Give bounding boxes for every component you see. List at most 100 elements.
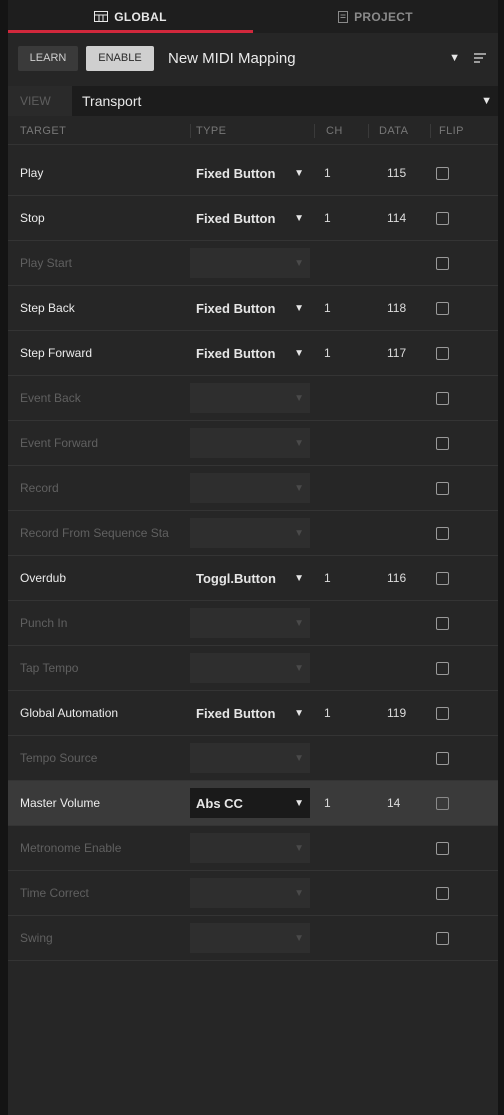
type-select[interactable]: Fixed Button ▼ bbox=[190, 203, 310, 233]
table-row[interactable]: Record From Sequence Sta ▼ bbox=[8, 511, 498, 556]
table-row[interactable]: Punch In ▼ bbox=[8, 601, 498, 646]
enable-button[interactable]: ENABLE bbox=[86, 45, 154, 71]
flip-checkbox[interactable] bbox=[436, 346, 449, 360]
flip-checkbox[interactable] bbox=[436, 166, 449, 180]
table-row[interactable]: Tempo Source ▼ bbox=[8, 736, 498, 781]
flip-checkbox-cell bbox=[436, 781, 456, 825]
chevron-down-icon: ▼ bbox=[294, 392, 304, 404]
target-label: Time Correct bbox=[20, 886, 89, 900]
type-select[interactable]: Abs CC ▼ bbox=[190, 788, 310, 818]
table-row[interactable]: Metronome Enable ▼ bbox=[8, 826, 498, 871]
left-edge bbox=[0, 0, 8, 1115]
data-value bbox=[387, 421, 437, 465]
channel-value: 1 bbox=[324, 346, 331, 360]
type-select[interactable]: ▼ bbox=[190, 653, 310, 683]
flip-checkbox[interactable] bbox=[436, 796, 449, 810]
table-row[interactable]: Overdub Toggl.Button ▼ 1 116 bbox=[8, 556, 498, 601]
type-select[interactable]: ▼ bbox=[190, 383, 310, 413]
table-row[interactable]: Event Back ▼ bbox=[8, 376, 498, 421]
type-select[interactable]: ▼ bbox=[190, 743, 310, 773]
flip-checkbox-cell bbox=[436, 691, 456, 735]
view-select[interactable]: Transport ▼ bbox=[72, 86, 498, 116]
type-select[interactable]: ▼ bbox=[190, 833, 310, 863]
learn-button[interactable]: LEARN bbox=[18, 45, 78, 71]
channel-value: 1 bbox=[324, 796, 331, 810]
type-value: Fixed Button bbox=[196, 345, 276, 361]
type-select[interactable]: Toggl.Button ▼ bbox=[190, 563, 310, 593]
target-label: Punch In bbox=[20, 616, 68, 630]
type-select[interactable]: ▼ bbox=[190, 608, 310, 638]
type-select[interactable]: ▼ bbox=[190, 518, 310, 548]
target-label: Play Start bbox=[20, 256, 73, 270]
document-icon bbox=[338, 10, 349, 23]
flip-checkbox-cell bbox=[436, 871, 456, 915]
type-select[interactable]: ▼ bbox=[190, 473, 310, 503]
menu-icon[interactable] bbox=[474, 53, 486, 63]
type-select[interactable]: Fixed Button ▼ bbox=[190, 293, 310, 323]
flip-checkbox[interactable] bbox=[436, 661, 449, 675]
target-label: Stop bbox=[20, 211, 45, 225]
target-label: Swing bbox=[20, 931, 53, 945]
data-value bbox=[387, 376, 437, 420]
table-row[interactable]: Event Forward ▼ bbox=[8, 421, 498, 466]
type-select[interactable]: ▼ bbox=[190, 878, 310, 908]
table-row[interactable]: Play Fixed Button ▼ 1 115 bbox=[8, 151, 498, 196]
data-value bbox=[387, 826, 437, 870]
flip-checkbox[interactable] bbox=[436, 751, 449, 765]
type-select[interactable]: ▼ bbox=[190, 428, 310, 458]
flip-checkbox-cell bbox=[436, 466, 456, 510]
flip-checkbox[interactable] bbox=[436, 706, 449, 720]
target-label: Step Back bbox=[20, 301, 75, 315]
table-row[interactable]: Stop Fixed Button ▼ 1 114 bbox=[8, 196, 498, 241]
type-value: Fixed Button bbox=[196, 210, 276, 226]
flip-checkbox[interactable] bbox=[436, 841, 449, 855]
flip-checkbox-cell bbox=[436, 511, 456, 555]
data-value bbox=[387, 601, 437, 645]
mapping-dropdown-caret-icon[interactable]: ▼ bbox=[449, 52, 460, 64]
type-select[interactable]: ▼ bbox=[190, 248, 310, 278]
flip-checkbox[interactable] bbox=[436, 211, 449, 225]
chevron-down-icon: ▼ bbox=[294, 887, 304, 899]
data-value: 115 bbox=[387, 166, 407, 180]
chevron-down-icon: ▼ bbox=[294, 752, 304, 764]
chevron-down-icon: ▼ bbox=[294, 302, 304, 314]
target-label: Global Automation bbox=[20, 706, 119, 720]
table-row[interactable]: Global Automation Fixed Button ▼ 1 119 bbox=[8, 691, 498, 736]
target-label: Step Forward bbox=[20, 346, 93, 360]
toolbar: LEARN ENABLE New MIDI Mapping ▼ bbox=[8, 36, 498, 80]
table-row[interactable]: Step Back Fixed Button ▼ 1 118 bbox=[8, 286, 498, 331]
chevron-down-icon: ▼ bbox=[294, 662, 304, 674]
table-row[interactable]: Record ▼ bbox=[8, 466, 498, 511]
flip-checkbox[interactable] bbox=[436, 436, 449, 450]
table-row[interactable]: Step Forward Fixed Button ▼ 1 117 bbox=[8, 331, 498, 376]
right-edge bbox=[498, 0, 504, 1115]
flip-checkbox[interactable] bbox=[436, 256, 449, 270]
chevron-down-icon: ▼ bbox=[294, 617, 304, 629]
flip-checkbox[interactable] bbox=[436, 526, 449, 540]
flip-checkbox[interactable] bbox=[436, 886, 449, 900]
type-select[interactable]: ▼ bbox=[190, 923, 310, 953]
flip-checkbox[interactable] bbox=[436, 481, 449, 495]
table-row[interactable]: Master Volume Abs CC ▼ 1 14 bbox=[8, 781, 498, 826]
flip-checkbox[interactable] bbox=[436, 391, 449, 405]
chevron-down-icon: ▼ bbox=[294, 167, 304, 179]
table-row[interactable]: Play Start ▼ bbox=[8, 241, 498, 286]
table-row[interactable]: Swing ▼ bbox=[8, 916, 498, 961]
table-row[interactable]: Tap Tempo ▼ bbox=[8, 646, 498, 691]
column-header-type: TYPE bbox=[196, 125, 227, 137]
type-select[interactable]: Fixed Button ▼ bbox=[190, 338, 310, 368]
flip-checkbox[interactable] bbox=[436, 301, 449, 315]
flip-checkbox-cell bbox=[436, 286, 456, 330]
flip-checkbox[interactable] bbox=[436, 571, 449, 585]
type-select[interactable]: Fixed Button ▼ bbox=[190, 158, 310, 188]
column-header-target: TARGET bbox=[20, 125, 67, 137]
flip-checkbox[interactable] bbox=[436, 616, 449, 630]
table-row[interactable]: Time Correct ▼ bbox=[8, 871, 498, 916]
flip-checkbox-cell bbox=[436, 196, 456, 240]
type-select[interactable]: Fixed Button ▼ bbox=[190, 698, 310, 728]
mapping-name-select[interactable]: New MIDI Mapping bbox=[168, 50, 449, 67]
tab-global[interactable]: GLOBAL bbox=[8, 0, 253, 33]
type-value: Abs CC bbox=[196, 795, 243, 811]
tab-project[interactable]: PROJECT bbox=[253, 0, 498, 33]
flip-checkbox[interactable] bbox=[436, 931, 449, 945]
